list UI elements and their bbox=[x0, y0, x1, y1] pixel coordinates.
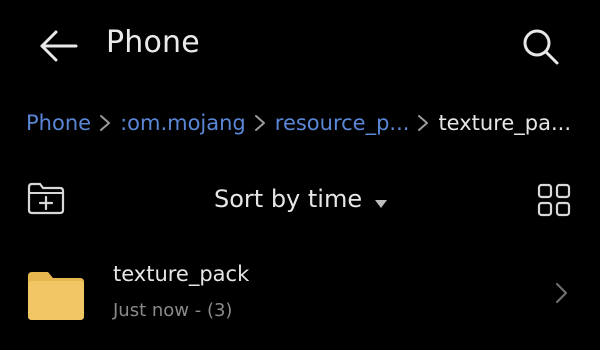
breadcrumb-item-current: texture_pa... bbox=[438, 111, 572, 135]
caret-down-icon bbox=[374, 194, 388, 208]
chevron-right-icon bbox=[417, 113, 429, 133]
chevron-right-icon bbox=[254, 113, 266, 133]
sort-dropdown[interactable]: Sort by time bbox=[214, 182, 388, 216]
folder-add-icon bbox=[26, 182, 66, 220]
breadcrumb-item-phone[interactable]: Phone bbox=[26, 111, 91, 135]
file-meta: Just now - (3) bbox=[113, 300, 233, 321]
page-title: Phone bbox=[106, 25, 200, 60]
view-toggle-button[interactable] bbox=[536, 182, 572, 218]
chevron-right-icon bbox=[99, 113, 111, 133]
folder-icon bbox=[26, 268, 86, 322]
sort-label: Sort by time bbox=[214, 185, 363, 213]
file-name: texture_pack bbox=[113, 262, 250, 286]
breadcrumb-item-mojang[interactable]: :om.mojang bbox=[120, 111, 246, 135]
new-folder-button[interactable] bbox=[26, 180, 66, 216]
back-button[interactable] bbox=[36, 28, 80, 64]
top-bar: Phone bbox=[0, 0, 600, 92]
breadcrumb-item-resource-packs[interactable]: resource_p... bbox=[275, 111, 410, 135]
search-icon bbox=[520, 29, 562, 72]
grid-view-icon bbox=[536, 183, 572, 222]
list-item[interactable]: texture_pack Just now - (3) bbox=[0, 248, 600, 344]
breadcrumb: Phone :om.mojang resource_p... texture_p… bbox=[26, 106, 586, 140]
chevron-right-icon bbox=[554, 280, 570, 306]
search-button[interactable] bbox=[520, 26, 562, 68]
arrow-left-icon bbox=[36, 28, 80, 64]
file-manager-screen: Phone Phone :om.mojang resource_p... tex… bbox=[0, 0, 600, 350]
